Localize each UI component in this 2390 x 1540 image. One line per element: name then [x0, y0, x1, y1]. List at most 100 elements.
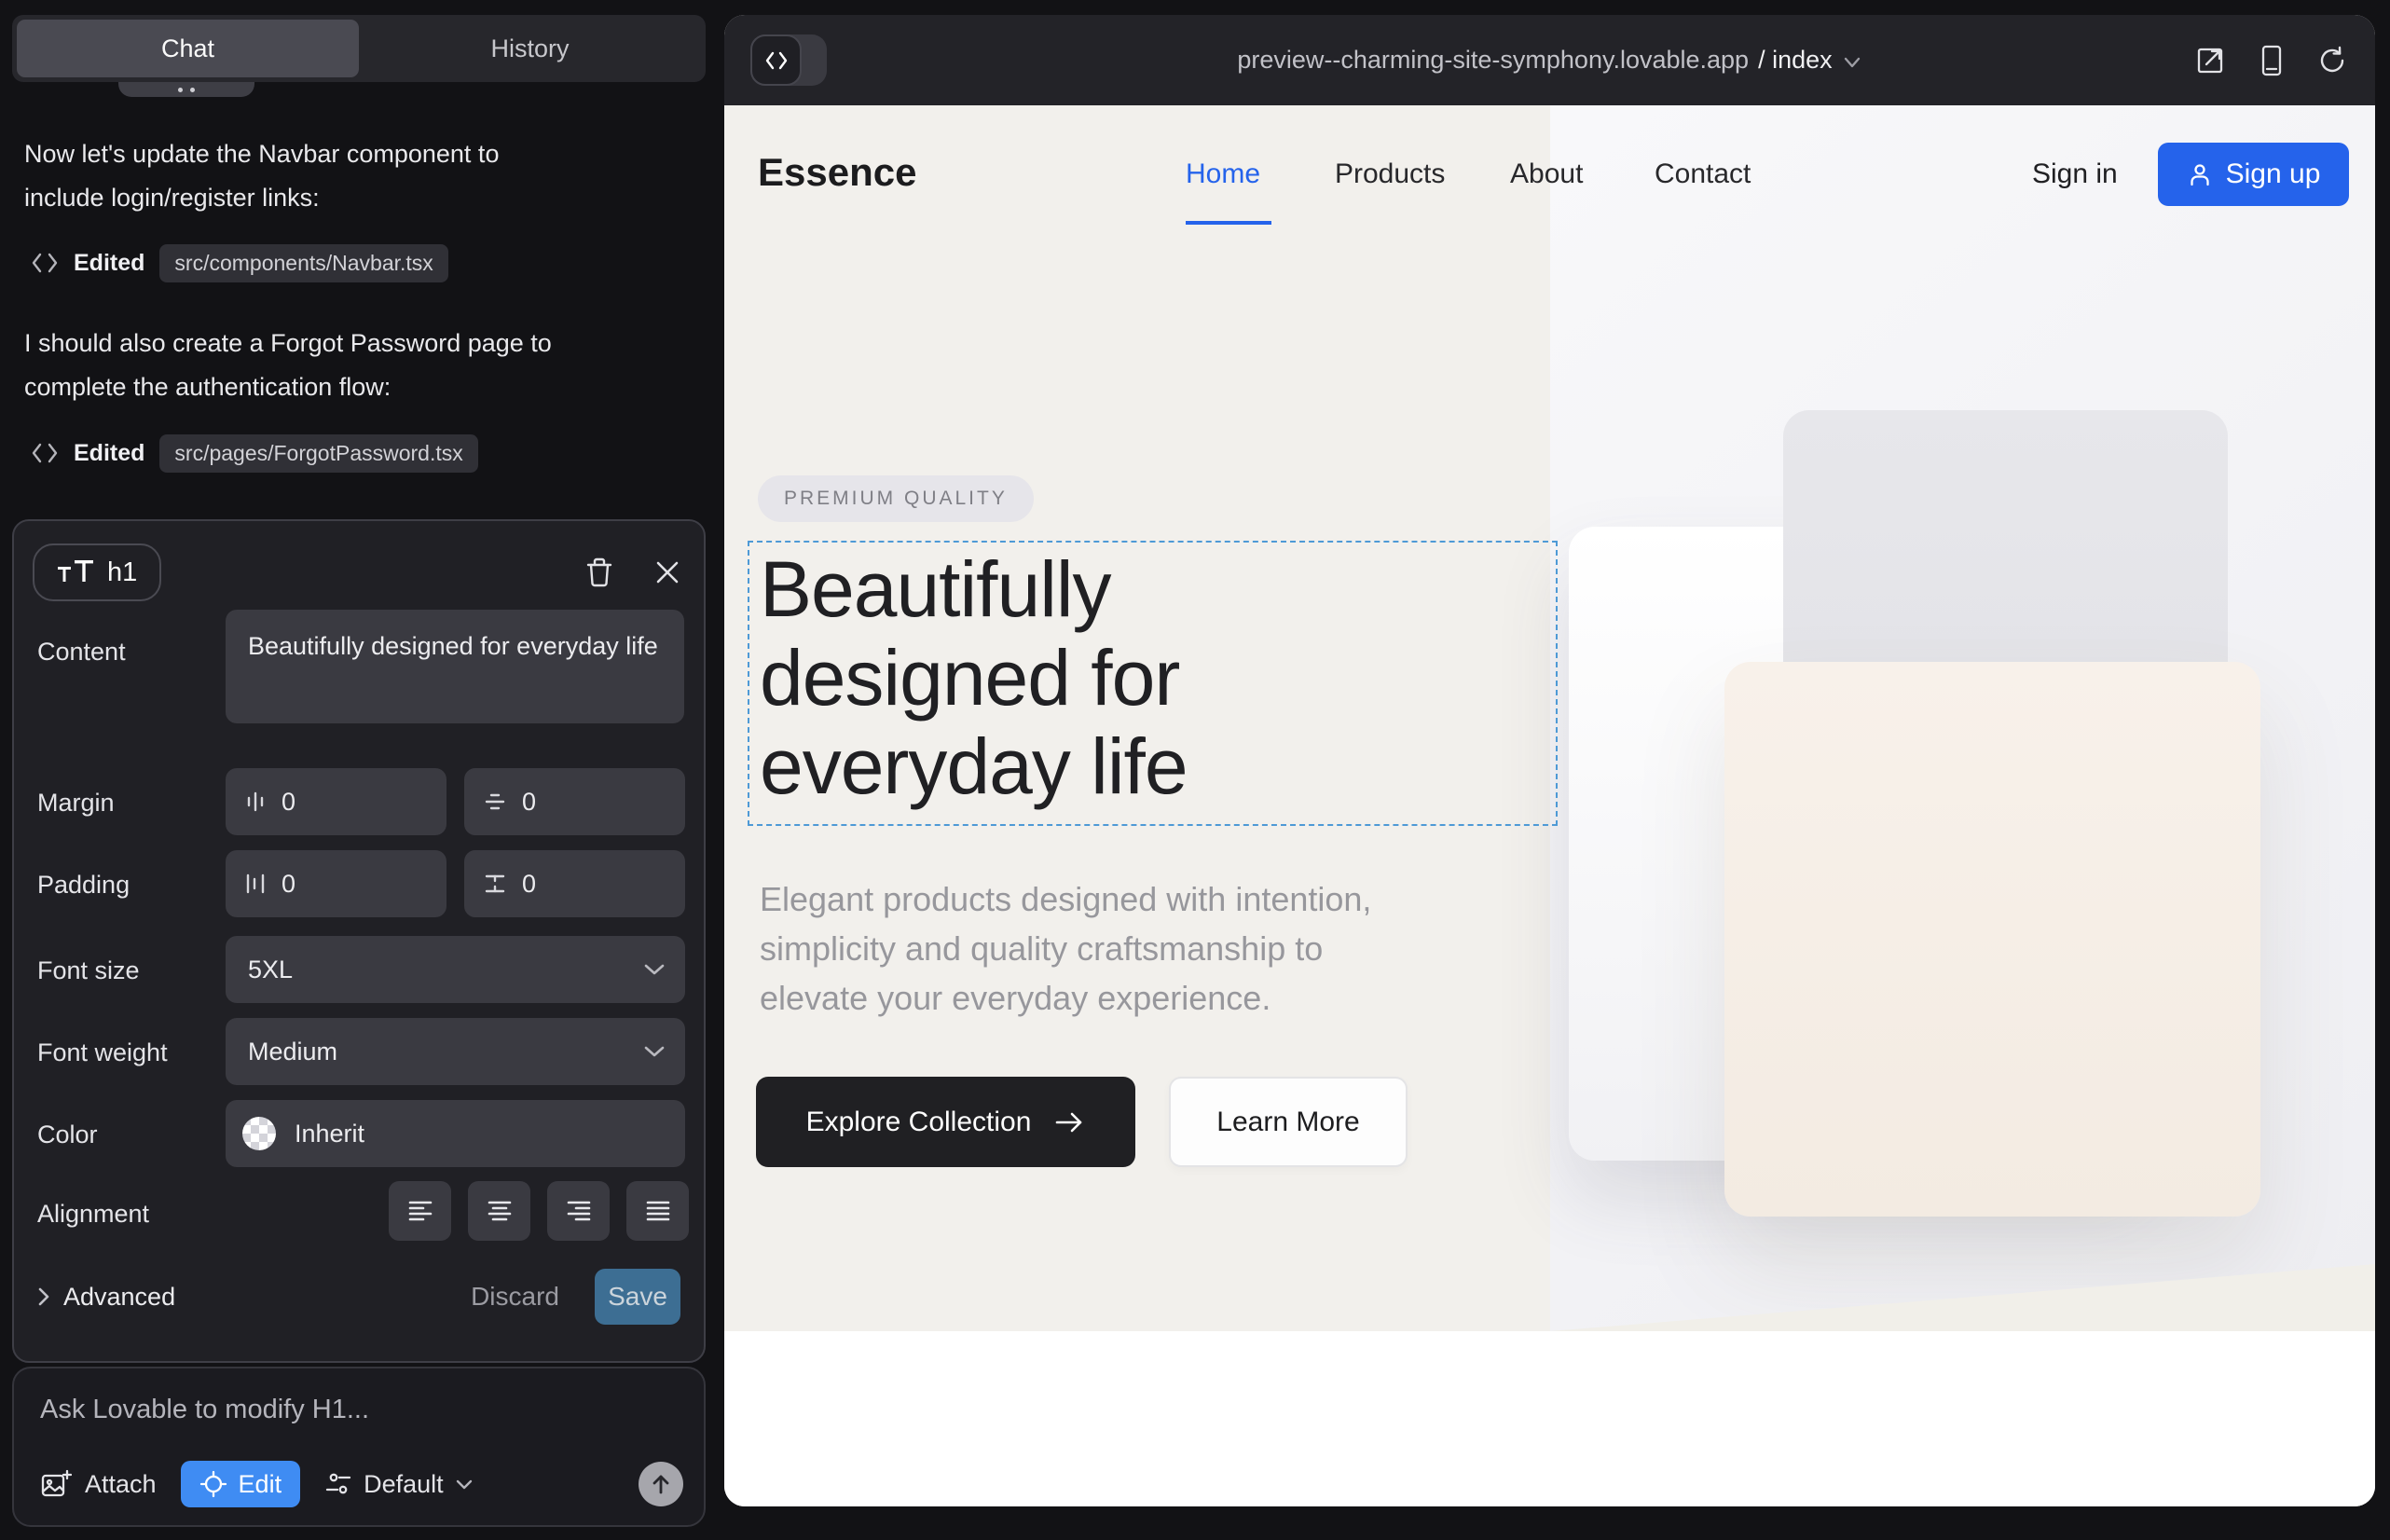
url-host: preview--charming-site-symphony.lovable.…	[1237, 46, 1749, 75]
font-size-select[interactable]: 5XL	[226, 936, 685, 1003]
send-button[interactable]	[639, 1462, 683, 1506]
align-center-icon	[486, 1198, 514, 1224]
nav-link-products[interactable]: Products	[1335, 158, 1445, 190]
sign-up-button[interactable]: Sign up	[2158, 143, 2349, 206]
save-button[interactable]: Save	[595, 1269, 680, 1325]
chevron-down-icon	[642, 962, 666, 977]
font-size-value: 5XL	[248, 956, 293, 984]
chat-sidebar: Chat History Now let's update the Navbar…	[12, 15, 706, 1540]
padding-vertical-icon	[483, 873, 507, 895]
rendered-site: Essence Home Products About Contact Sign…	[724, 105, 2375, 1506]
hero-heading[interactable]: Beautifully designed for everyday life	[760, 545, 1356, 811]
element-editor-panel: h1 Content Beautifully designed for ever…	[12, 519, 706, 1363]
chat-composer: Attach Edit Default	[12, 1367, 706, 1527]
preview-pane: preview--charming-site-symphony.lovable.…	[724, 15, 2375, 1506]
tab-history[interactable]: History	[359, 20, 701, 77]
hero-description: Elegant products designed with intention…	[760, 874, 1394, 1023]
code-icon	[31, 251, 59, 275]
advanced-toggle[interactable]: Advanced	[37, 1283, 175, 1312]
nav-link-contact[interactable]: Contact	[1655, 158, 1751, 190]
edited-file-chip[interactable]: src/pages/ForgotPassword.tsx	[159, 434, 477, 473]
composer-toolbar: Attach Edit Default	[40, 1460, 683, 1508]
selected-element-tag: h1	[33, 543, 161, 601]
hero-card-beige	[1724, 662, 2260, 1217]
margin-y-input[interactable]: 0	[464, 768, 685, 835]
padding-y-input[interactable]: 0	[464, 850, 685, 917]
sliders-icon	[324, 1470, 352, 1498]
url-path: / index	[1758, 46, 1833, 75]
edited-file-row: Edited src/pages/ForgotPassword.tsx	[31, 433, 478, 474]
align-right-icon	[565, 1198, 593, 1224]
color-swatch	[242, 1117, 276, 1150]
padding-x-value: 0	[282, 870, 295, 899]
sign-up-label: Sign up	[2226, 158, 2321, 190]
explore-collection-label: Explore Collection	[806, 1107, 1032, 1138]
mode-select[interactable]: Default	[324, 1470, 474, 1499]
nav-link-about[interactable]: About	[1510, 158, 1583, 190]
edit-mode-button[interactable]: Edit	[181, 1461, 301, 1507]
content-input[interactable]: Beautifully designed for everyday life	[226, 610, 684, 723]
attach-button[interactable]: Attach	[40, 1469, 157, 1499]
align-justify-button[interactable]	[626, 1181, 689, 1241]
refresh-button[interactable]	[2317, 46, 2347, 76]
open-external-button[interactable]	[2194, 45, 2226, 76]
margin-x-input[interactable]: 0	[226, 768, 446, 835]
assistant-message: I should also create a Forgot Password p…	[24, 322, 584, 409]
learn-more-button[interactable]: Learn More	[1169, 1077, 1408, 1167]
font-weight-value: Medium	[248, 1038, 337, 1066]
advanced-label: Advanced	[63, 1283, 175, 1312]
align-left-button[interactable]	[389, 1181, 451, 1241]
padding-horizontal-icon	[244, 872, 267, 896]
tab-chat[interactable]: Chat	[17, 20, 359, 77]
padding-x-input[interactable]: 0	[226, 850, 446, 917]
arrow-up-icon	[649, 1472, 673, 1496]
nav-link-home[interactable]: Home	[1186, 158, 1260, 190]
delete-element-button[interactable]	[584, 557, 614, 588]
padding-y-value: 0	[522, 870, 536, 899]
user-icon	[2187, 161, 2213, 187]
alignment-label: Alignment	[37, 1200, 149, 1229]
align-right-button[interactable]	[547, 1181, 610, 1241]
typography-icon	[57, 557, 94, 587]
sign-in-link[interactable]: Sign in	[2032, 158, 2118, 190]
edit-label: Edit	[239, 1470, 282, 1499]
edited-label: Edited	[74, 250, 144, 277]
edited-file-chip[interactable]: src/components/Navbar.tsx	[159, 244, 447, 282]
refresh-icon	[2317, 46, 2347, 76]
site-navbar: Essence Home Products About Contact Sign…	[724, 105, 2375, 236]
mobile-view-button[interactable]	[2260, 44, 2284, 77]
mode-label: Default	[364, 1470, 444, 1499]
close-panel-button[interactable]	[653, 558, 681, 586]
attach-label: Attach	[85, 1470, 157, 1499]
trash-icon	[584, 557, 614, 588]
margin-label: Margin	[37, 789, 115, 818]
margin-x-value: 0	[282, 788, 295, 817]
editor-panel-header: h1	[33, 543, 681, 601]
explore-collection-button[interactable]: Explore Collection	[756, 1077, 1135, 1167]
chevron-down-icon	[642, 1044, 666, 1059]
edited-file-row: Edited src/components/Navbar.tsx	[31, 242, 448, 283]
lovable-app: Chat History Now let's update the Navbar…	[0, 0, 2390, 1540]
site-next-section	[724, 1331, 2375, 1506]
align-center-button[interactable]	[468, 1181, 530, 1241]
discard-button[interactable]: Discard	[471, 1282, 559, 1312]
chevron-down-icon	[455, 1478, 474, 1491]
align-justify-icon	[644, 1198, 672, 1224]
arrow-right-icon	[1053, 1110, 1085, 1134]
mobile-device-icon	[2260, 44, 2284, 77]
color-select[interactable]: Inherit	[226, 1100, 685, 1167]
font-size-label: Font size	[37, 956, 140, 985]
premium-quality-badge: PREMIUM QUALITY	[758, 475, 1034, 522]
url-route-selector[interactable]: preview--charming-site-symphony.lovable.…	[724, 15, 2375, 105]
padding-label: Padding	[37, 871, 130, 900]
font-weight-select[interactable]: Medium	[226, 1018, 685, 1085]
image-plus-icon	[40, 1469, 72, 1499]
site-logo[interactable]: Essence	[758, 150, 916, 195]
align-left-icon	[406, 1198, 434, 1224]
external-link-icon	[2194, 45, 2226, 76]
composer-input[interactable]	[40, 1395, 674, 1425]
scrolled-chip-peek	[118, 82, 254, 97]
color-value: Inherit	[295, 1120, 364, 1148]
margin-y-value: 0	[522, 788, 536, 817]
margin-horizontal-icon	[244, 790, 267, 814]
